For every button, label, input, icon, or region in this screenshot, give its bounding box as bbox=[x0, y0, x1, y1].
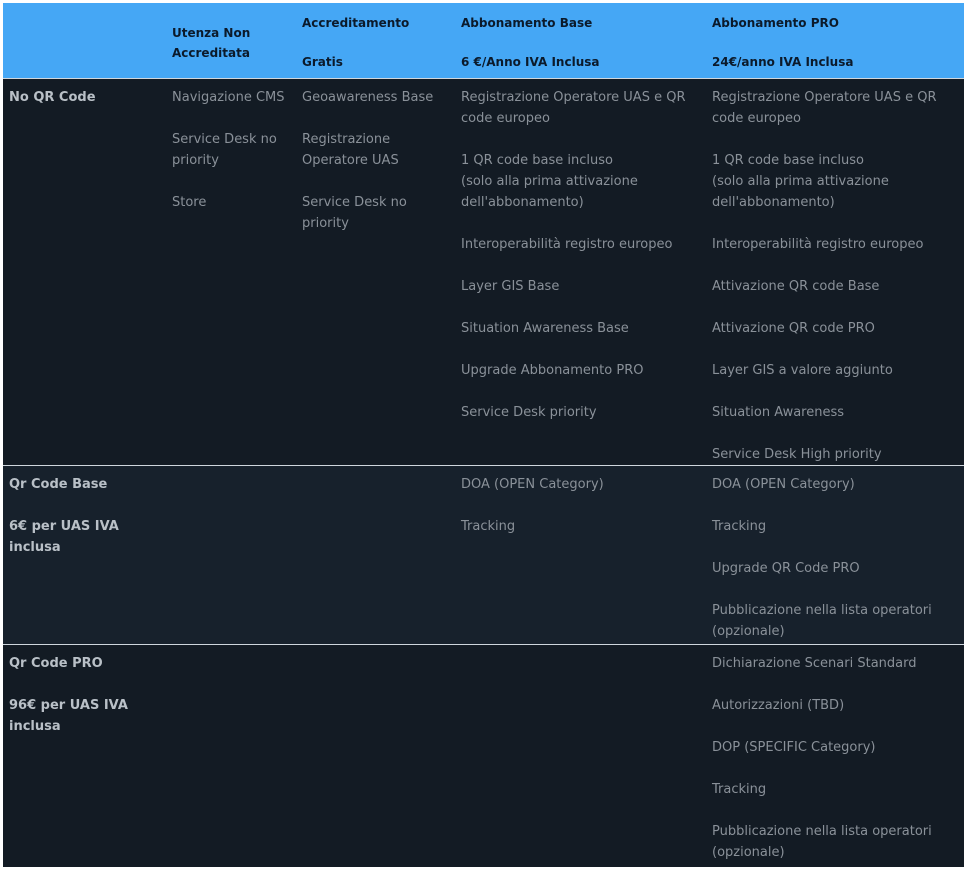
feature-item: Attivazione QR code PRO bbox=[712, 321, 875, 336]
feature-cell bbox=[461, 644, 712, 867]
feature-item: DOA (OPEN Category) bbox=[461, 477, 604, 492]
feature-cell: Geoawareness Base Registrazione Operatore… bbox=[302, 78, 461, 466]
feature-item: Service Desk no priority bbox=[172, 132, 277, 168]
feature-item: Upgrade Abbonamento PRO bbox=[461, 363, 644, 378]
feature-item: Registrazione Operatore UAS e QR code eu… bbox=[461, 90, 686, 126]
header-col2-price: Gratis bbox=[302, 55, 343, 69]
feature-item: Interoperabilità registro europeo bbox=[712, 237, 924, 252]
feature-item: Service Desk High priority bbox=[712, 447, 882, 462]
feature-item: Registrazione Operatore UAS bbox=[302, 132, 399, 168]
feature-item: Upgrade QR Code PRO bbox=[712, 561, 860, 576]
feature-cell bbox=[302, 465, 461, 645]
feature-item: Pubblicazione nella lista operatori (opz… bbox=[712, 603, 932, 639]
feature-cell bbox=[172, 465, 302, 645]
feature-item: Navigazione CMS bbox=[172, 90, 285, 105]
feature-item: Dichiarazione Scenari Standard bbox=[712, 656, 917, 671]
feature-item: Autorizzazioni (TBD) bbox=[712, 698, 845, 713]
header-abbonamento-pro: Abbonamento PRO 24€/anno IVA Inclusa bbox=[712, 3, 964, 79]
table-row: No QR Code Navigazione CMS Service Desk no… bbox=[3, 78, 964, 466]
feature-item: Situation Awareness Base bbox=[461, 321, 629, 336]
feature-item: Registrazione Operatore UAS e QR code eu… bbox=[712, 90, 937, 126]
header-col1-text: Utenza Non Accreditata bbox=[172, 26, 251, 60]
feature-item: Situation Awareness bbox=[712, 405, 845, 420]
feature-item: Attivazione QR code Base bbox=[712, 279, 880, 294]
header-col4-price: 24€/anno IVA Inclusa bbox=[712, 55, 854, 69]
header-col4-title: Abbonamento PRO bbox=[712, 16, 839, 30]
feature-item: DOP (SPECIFIC Category) bbox=[712, 740, 876, 755]
row-label-text: Qr Code Base bbox=[9, 477, 108, 492]
feature-item: 1 QR code base incluso (solo alla prima … bbox=[712, 153, 889, 210]
header-utenza-non-accreditata: Utenza Non Accreditata bbox=[172, 3, 302, 79]
feature-item: Store bbox=[172, 195, 207, 210]
table-row: Qr Code Base 6€ per UAS IVA inclusa DOA (O… bbox=[3, 465, 964, 645]
feature-cell: DOA (OPEN Category) Tracking Upgrade QR Co… bbox=[712, 465, 964, 645]
feature-cell: Navigazione CMS Service Desk no priority S… bbox=[172, 78, 302, 466]
row-label-cell: No QR Code bbox=[3, 78, 172, 466]
row-label-text: No QR Code bbox=[9, 90, 96, 105]
feature-cell: Dichiarazione Scenari Standard Autorizzaz… bbox=[712, 644, 964, 867]
comparison-table-wrapper: Utenza Non Accreditata Accreditamento Gr… bbox=[3, 3, 964, 867]
feature-item: Tracking bbox=[712, 519, 767, 534]
feature-cell: Registrazione Operatore UAS e QR code eu… bbox=[712, 78, 964, 466]
feature-cell: DOA (OPEN Category) Tracking bbox=[461, 465, 712, 645]
feature-cell bbox=[302, 644, 461, 867]
feature-item: Geoawareness Base bbox=[302, 90, 434, 105]
header-col2-title: Accreditamento bbox=[302, 16, 410, 30]
header-accreditamento: Accreditamento Gratis bbox=[302, 3, 461, 79]
subscription-comparison-table: Utenza Non Accreditata Accreditamento Gr… bbox=[3, 3, 964, 867]
header-empty bbox=[3, 3, 172, 79]
feature-item: Tracking bbox=[461, 519, 516, 534]
table-row: Qr Code PRO 96€ per UAS IVA inclusa Dichia… bbox=[3, 644, 964, 867]
feature-item: Tracking bbox=[712, 782, 767, 797]
row-label-cell: Qr Code PRO 96€ per UAS IVA inclusa bbox=[3, 644, 172, 867]
row-label-text: 96€ per UAS IVA inclusa bbox=[9, 698, 128, 734]
feature-cell: Registrazione Operatore UAS e QR code eu… bbox=[461, 78, 712, 466]
feature-item: Interoperabilità registro europeo bbox=[461, 237, 673, 252]
feature-item: Layer GIS a valore aggiunto bbox=[712, 363, 893, 378]
table-header-row: Utenza Non Accreditata Accreditamento Gr… bbox=[3, 3, 964, 79]
feature-item: Service Desk priority bbox=[461, 405, 597, 420]
feature-item: 1 QR code base incluso (solo alla prima … bbox=[461, 153, 638, 210]
row-label-text: 6€ per UAS IVA inclusa bbox=[9, 519, 119, 555]
row-label-text: Qr Code PRO bbox=[9, 656, 103, 671]
feature-item: Layer GIS Base bbox=[461, 279, 560, 294]
header-col3-title: Abbonamento Base bbox=[461, 16, 593, 30]
feature-cell bbox=[172, 644, 302, 867]
feature-item: Service Desk no priority bbox=[302, 195, 407, 231]
header-col3-price: 6 €/Anno IVA Inclusa bbox=[461, 55, 600, 69]
feature-item: DOA (OPEN Category) bbox=[712, 477, 855, 492]
header-abbonamento-base: Abbonamento Base 6 €/Anno IVA Inclusa bbox=[461, 3, 712, 79]
feature-item: Pubblicazione nella lista operatori (opz… bbox=[712, 824, 932, 860]
row-label-cell: Qr Code Base 6€ per UAS IVA inclusa bbox=[3, 465, 172, 645]
